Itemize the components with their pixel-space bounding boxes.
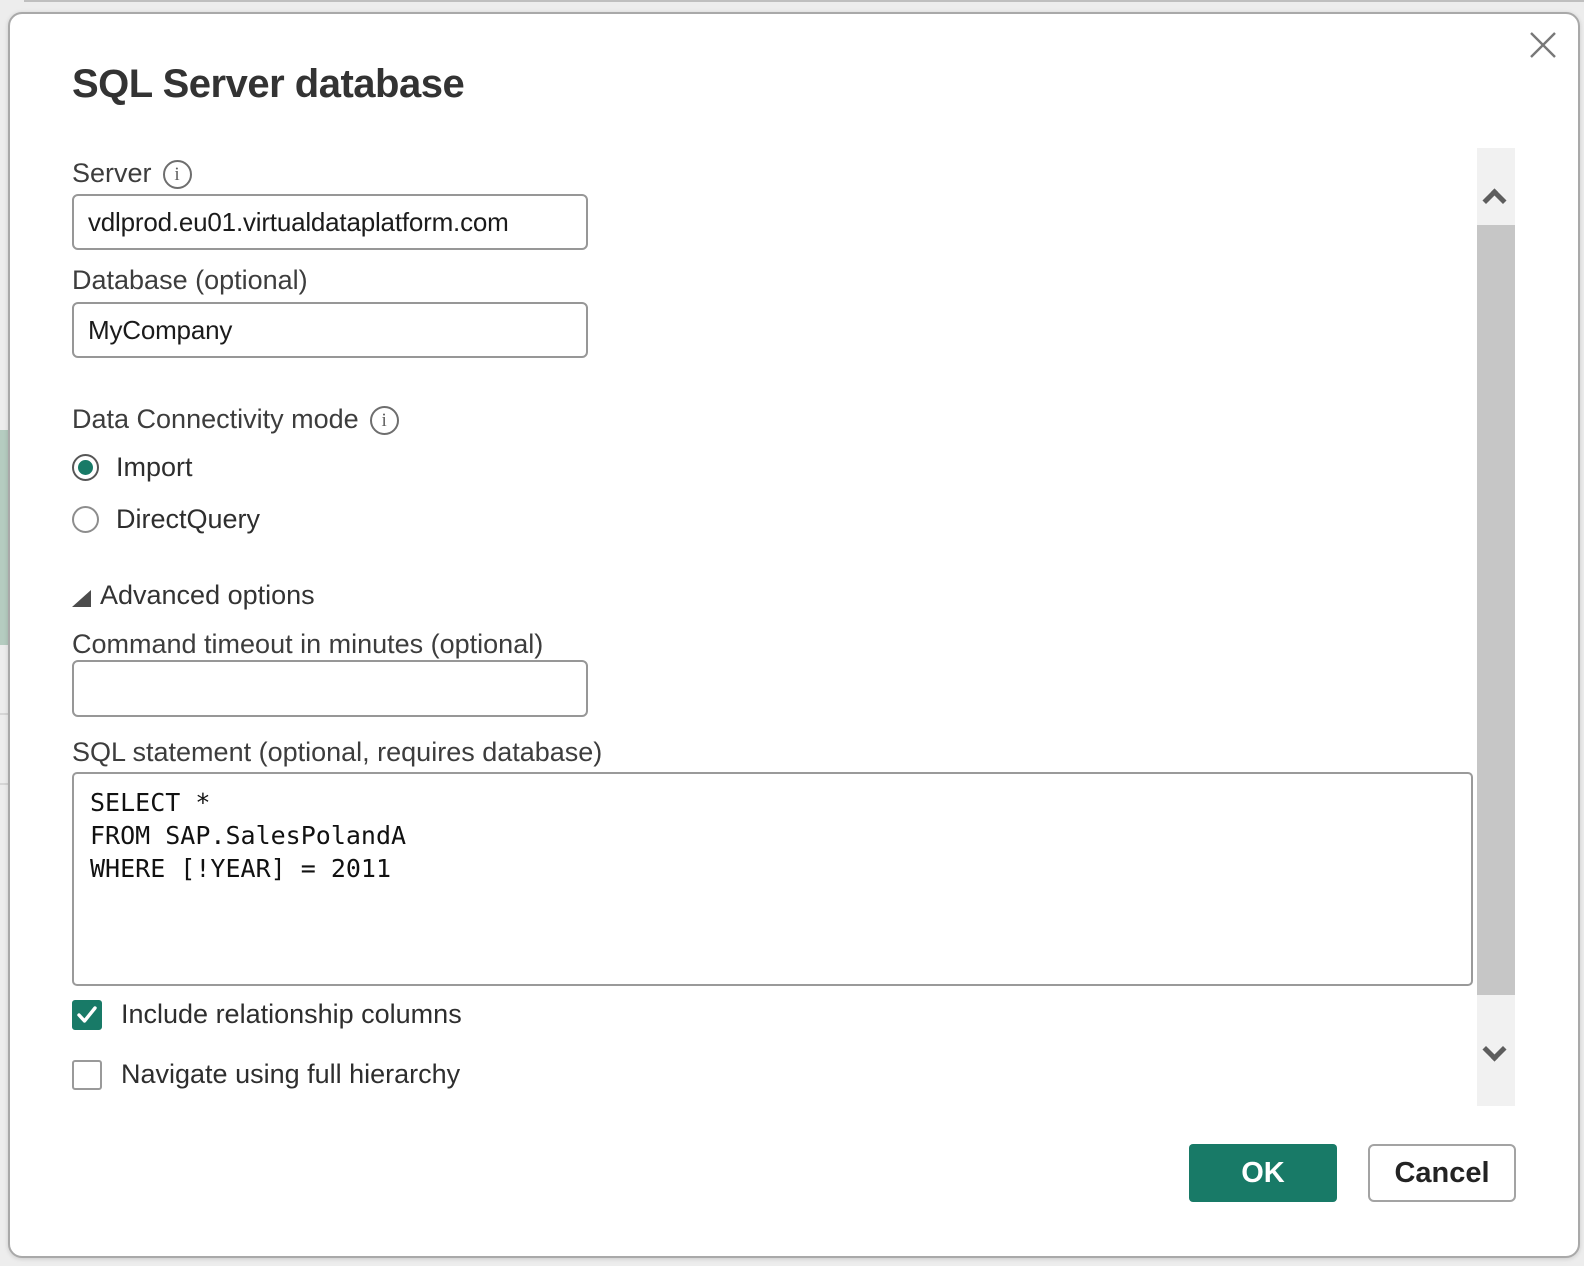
server-label: Server i <box>72 158 192 189</box>
radio-import[interactable]: Import <box>72 452 193 483</box>
database-label: Database (optional) <box>72 265 308 296</box>
sql-server-database-dialog: SQL Server database Server i Database (o… <box>8 12 1580 1258</box>
checkbox-label[interactable]: Include relationship columns <box>121 999 462 1030</box>
radio-directquery[interactable]: DirectQuery <box>72 504 260 535</box>
scroll-up-icon[interactable] <box>1482 188 1507 213</box>
dialog-title: SQL Server database <box>72 62 465 106</box>
checkbox-icon[interactable] <box>72 999 102 1030</box>
radio-directquery-label[interactable]: DirectQuery <box>116 504 260 535</box>
radio-button-icon[interactable] <box>72 454 99 481</box>
checkbox-navigate-full-hierarchy[interactable]: Navigate using full hierarchy <box>72 1059 460 1090</box>
sql-statement-label-text: SQL statement (optional, requires databa… <box>72 737 603 767</box>
radio-import-label[interactable]: Import <box>116 452 193 483</box>
scroll-down-icon[interactable] <box>1482 1037 1507 1062</box>
cancel-button[interactable]: Cancel <box>1368 1144 1516 1202</box>
timeout-input[interactable] <box>72 660 588 717</box>
close-icon <box>1530 32 1556 58</box>
timeout-label-text: Command timeout in minutes (optional) <box>72 629 544 659</box>
sql-statement-input[interactable]: SELECT * FROM SAP.SalesPolandA WHERE [!Y… <box>72 772 1473 986</box>
connectivity-mode-label: Data Connectivity mode i <box>72 404 399 435</box>
connectivity-mode-label-text: Data Connectivity mode <box>72 404 359 434</box>
advanced-options-label[interactable]: Advanced options <box>100 580 315 611</box>
background-edge-line <box>24 0 1584 2</box>
database-input[interactable] <box>72 302 588 358</box>
checkmark-icon <box>77 1005 97 1023</box>
vertical-scrollbar[interactable] <box>1477 148 1515 1106</box>
scrollbar-thumb[interactable] <box>1477 225 1515 995</box>
close-button[interactable] <box>1520 22 1566 68</box>
info-icon[interactable]: i <box>162 160 192 189</box>
server-label-text: Server <box>72 158 152 188</box>
radio-dot <box>78 512 93 527</box>
ok-button[interactable]: OK <box>1189 1144 1337 1202</box>
radio-button-icon[interactable] <box>72 506 99 533</box>
checkbox-icon[interactable] <box>72 1059 102 1090</box>
server-input[interactable] <box>72 194 588 250</box>
checkbox-include-relationship-columns[interactable]: Include relationship columns <box>72 999 462 1030</box>
advanced-options-toggle[interactable]: Advanced options <box>72 580 315 611</box>
screen: SQL Server database Server i Database (o… <box>0 0 1584 1266</box>
radio-dot <box>78 460 93 475</box>
checkbox-label[interactable]: Navigate using full hierarchy <box>121 1059 460 1090</box>
sql-statement-label: SQL statement (optional, requires databa… <box>72 737 602 768</box>
timeout-label: Command timeout in minutes (optional) <box>72 629 543 660</box>
database-label-text: Database (optional) <box>72 265 308 295</box>
collapse-triangle-icon <box>72 590 91 607</box>
info-icon[interactable]: i <box>369 406 399 435</box>
